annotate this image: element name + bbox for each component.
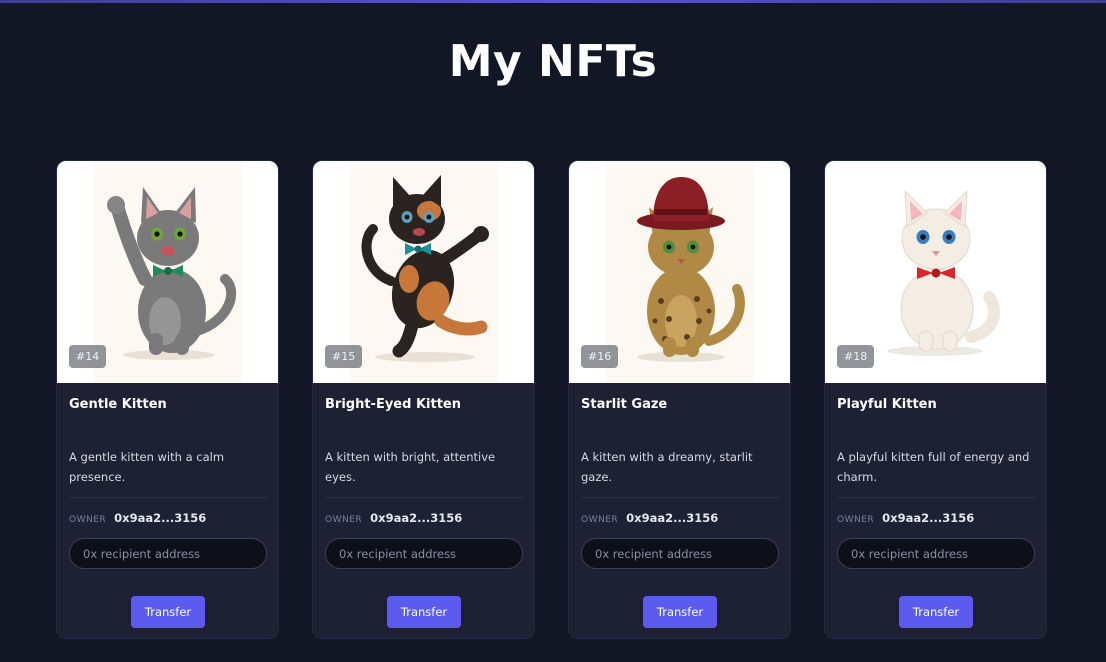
transfer-button[interactable]: Transfer: [131, 596, 205, 628]
nft-card: #15 Bright-Eyed Kitten A kitten with bri…: [312, 160, 535, 639]
top-accent-bar: [0, 0, 1106, 3]
nft-name: Bright-Eyed Kitten: [325, 397, 461, 412]
divider: [325, 497, 524, 498]
nft-grid: #14 Gentle Kitten A gentle kitten with a…: [56, 160, 1047, 639]
owner-address: 0x9aa2...3156: [370, 511, 463, 525]
nft-card: #14 Gentle Kitten A gentle kitten with a…: [56, 160, 279, 639]
owner-address: 0x9aa2...3156: [626, 511, 719, 525]
page-title: My NFTs: [448, 36, 658, 87]
owner-row: OWNER 0x9aa2...3156: [69, 511, 206, 525]
owner-label: OWNER: [325, 515, 363, 525]
nft-card: #16 Starlit Gaze A kitten with a dreamy,…: [568, 160, 791, 639]
recipient-address-input[interactable]: [69, 538, 267, 569]
recipient-address-input[interactable]: [325, 538, 523, 569]
transfer-button[interactable]: Transfer: [387, 596, 461, 628]
nft-image: #16: [569, 161, 790, 383]
owner-address: 0x9aa2...3156: [882, 511, 975, 525]
transfer-button[interactable]: Transfer: [899, 596, 973, 628]
nft-image: #15: [313, 161, 534, 383]
transfer-button[interactable]: Transfer: [643, 596, 717, 628]
owner-label: OWNER: [837, 515, 875, 525]
divider: [837, 497, 1036, 498]
owner-label: OWNER: [69, 515, 107, 525]
owner-row: OWNER 0x9aa2...3156: [325, 511, 462, 525]
divider: [69, 497, 268, 498]
nft-description: A playful kitten full of energy and char…: [837, 450, 1030, 484]
nft-name: Gentle Kitten: [69, 397, 167, 412]
recipient-address-input[interactable]: [837, 538, 1035, 569]
token-id-badge: #16: [581, 345, 619, 368]
owner-row: OWNER 0x9aa2...3156: [837, 511, 974, 525]
nft-image: #14: [57, 161, 278, 383]
nft-image: #18: [825, 161, 1046, 383]
divider: [581, 497, 780, 498]
nft-description: A gentle kitten with a calm presence.: [69, 450, 225, 484]
nft-description: A kitten with bright, attentive eyes.: [325, 450, 496, 484]
owner-address: 0x9aa2...3156: [114, 511, 207, 525]
token-id-badge: #18: [837, 345, 875, 368]
nft-name: Starlit Gaze: [581, 397, 668, 412]
owner-label: OWNER: [581, 515, 619, 525]
nft-name: Playful Kitten: [837, 397, 937, 412]
nft-card: #18 Playful Kitten A playful kitten full…: [824, 160, 1047, 639]
nft-description: A kitten with a dreamy, starlit gaze.: [581, 450, 753, 484]
token-id-badge: #15: [325, 345, 363, 368]
token-id-badge: #14: [69, 345, 107, 368]
recipient-address-input[interactable]: [581, 538, 779, 569]
owner-row: OWNER 0x9aa2...3156: [581, 511, 718, 525]
